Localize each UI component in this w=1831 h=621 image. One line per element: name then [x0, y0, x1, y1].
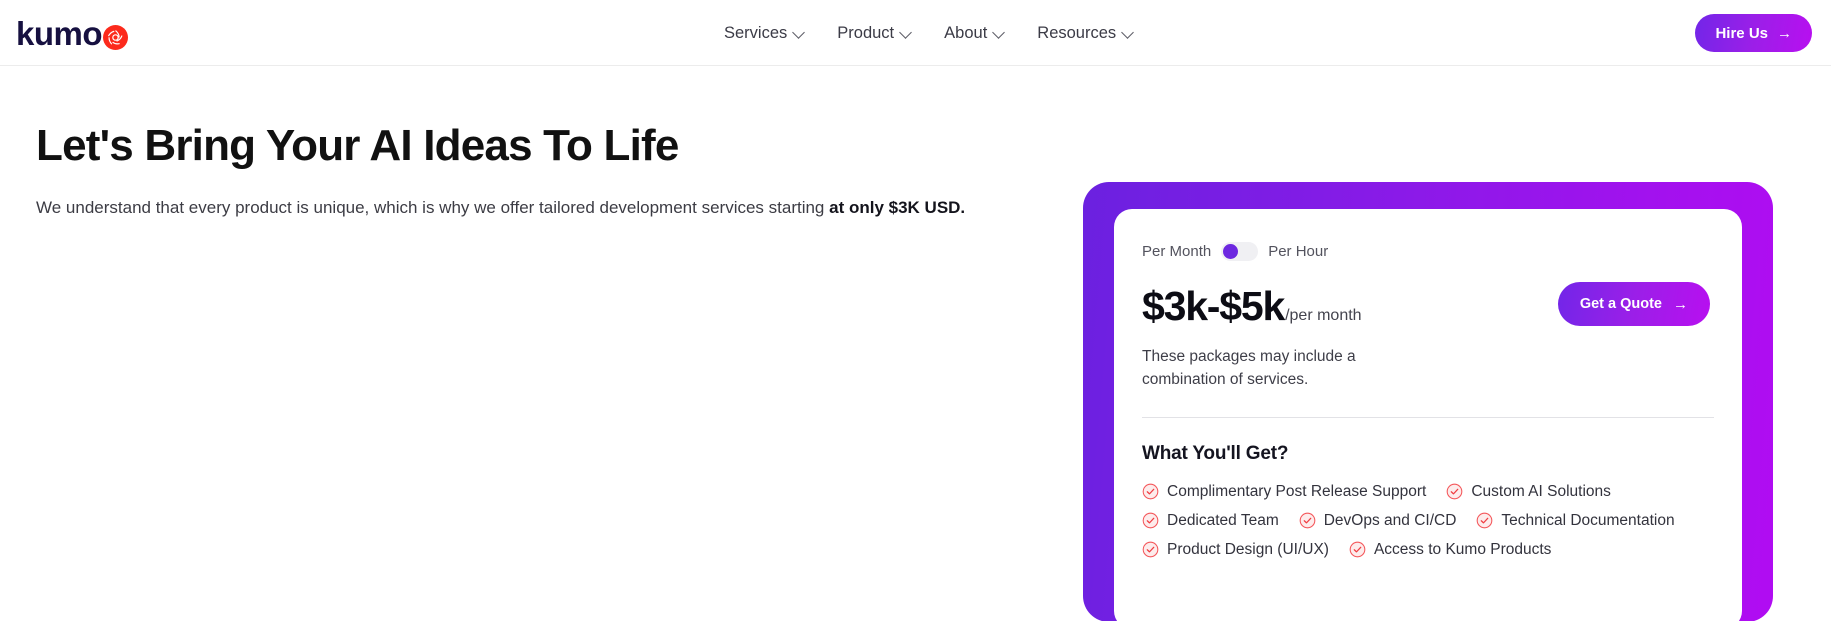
- toggle-option-per-hour[interactable]: Per Hour: [1268, 243, 1328, 260]
- feature-label: Product Design (UI/UX): [1167, 540, 1329, 558]
- nav-item-label: Resources: [1037, 23, 1117, 42]
- feature-row: Product Design (UI/UX) Access to Kumo Pr…: [1142, 541, 1714, 559]
- nav-item-label: Services: [724, 23, 788, 42]
- check-circle-icon: [1142, 483, 1159, 500]
- hero-subtitle-bold: at only $3K USD.: [829, 197, 966, 217]
- check-circle-icon: [1142, 541, 1159, 558]
- chevron-down-icon: [1123, 27, 1134, 38]
- logo-text: kumo: [16, 14, 103, 52]
- list-item: Access to Kumo Products: [1349, 541, 1551, 559]
- feature-label: Dedicated Team: [1167, 511, 1279, 529]
- main-navigation: Services Product About Resources: [724, 0, 1134, 66]
- check-circle-icon: [1446, 483, 1463, 500]
- billing-period-switch[interactable]: [1221, 242, 1259, 261]
- feature-label: DevOps and CI/CD: [1323, 511, 1457, 529]
- chevron-down-icon: [994, 27, 1005, 38]
- chevron-down-icon: [901, 27, 912, 38]
- check-circle-icon: [1477, 512, 1493, 529]
- list-item: Dedicated Team: [1142, 512, 1279, 530]
- hero-subtitle: We understand that every product is uniq…: [36, 195, 998, 221]
- price-block: $3k-$5k /per month: [1142, 286, 1362, 327]
- feature-label: Access to Kumo Products: [1373, 540, 1552, 558]
- price-row: $3k-$5k /per month Get a Quote →: [1142, 282, 1714, 327]
- list-item: Technical Documentation: [1476, 511, 1675, 530]
- pricing-card: Per Month Per Hour $3k-$5k /per month Ge…: [1083, 182, 1773, 621]
- arrow-right-icon: →: [1673, 295, 1688, 313]
- check-circle-icon: [1142, 512, 1159, 529]
- arrow-right-icon: →: [1777, 24, 1792, 42]
- site-header: kumo Services Product About Resources Hi…: [0, 0, 1831, 66]
- list-item: Product Design (UI/UX): [1142, 541, 1329, 559]
- logo[interactable]: kumo: [16, 14, 129, 52]
- features-list: Complimentary Post Release Support Custo…: [1142, 483, 1714, 559]
- price-amount: $3k-$5k: [1142, 283, 1285, 329]
- list-item: DevOps and CI/CD: [1299, 511, 1457, 530]
- pricing-card-body: Per Month Per Hour $3k-$5k /per month Ge…: [1114, 209, 1742, 621]
- billing-period-toggle-row: Per Month Per Hour: [1142, 242, 1714, 261]
- feature-label: Custom AI Solutions: [1471, 482, 1611, 500]
- nav-item-about[interactable]: About: [944, 24, 1005, 43]
- price-unit: /per month: [1285, 307, 1362, 324]
- list-item: Custom AI Solutions: [1446, 483, 1611, 501]
- hero-section: Let's Bring Your AI Ideas To Life We und…: [36, 121, 1036, 221]
- check-circle-icon: [1349, 541, 1366, 558]
- nav-item-label: About: [944, 23, 988, 42]
- features-title: What You'll Get?: [1142, 442, 1289, 464]
- switch-knob: [1223, 244, 1239, 259]
- feature-label: Complimentary Post Release Support: [1167, 482, 1427, 500]
- list-item: Complimentary Post Release Support: [1142, 483, 1426, 501]
- get-a-quote-button[interactable]: Get a Quote →: [1557, 282, 1710, 326]
- nav-item-resources[interactable]: Resources: [1037, 24, 1134, 43]
- hire-us-button[interactable]: Hire Us →: [1695, 14, 1812, 52]
- check-circle-icon: [1299, 512, 1316, 529]
- feature-row: Dedicated Team DevOps and CI/CD Technica…: [1142, 512, 1714, 530]
- main-content: Let's Bring Your AI Ideas To Life We und…: [0, 66, 1831, 621]
- nav-item-product[interactable]: Product: [837, 24, 912, 43]
- feature-label: Technical Documentation: [1501, 511, 1675, 529]
- card-divider: [1142, 416, 1714, 418]
- hire-us-label: Hire Us: [1715, 24, 1768, 42]
- page-title: Let's Bring Your AI Ideas To Life: [36, 121, 679, 170]
- price-note: These packages may include a combination…: [1142, 348, 1356, 389]
- chevron-down-icon: [794, 27, 805, 38]
- hero-subtitle-lead: We understand that every product is uniq…: [36, 197, 830, 217]
- toggle-option-per-month[interactable]: Per Month: [1142, 243, 1211, 260]
- get-a-quote-label: Get a Quote: [1579, 296, 1662, 312]
- nav-item-label: Product: [837, 23, 895, 42]
- nav-item-services[interactable]: Services: [724, 24, 805, 43]
- kumo-circle-mark-icon: [103, 25, 129, 50]
- feature-row: Complimentary Post Release Support Custo…: [1142, 483, 1714, 501]
